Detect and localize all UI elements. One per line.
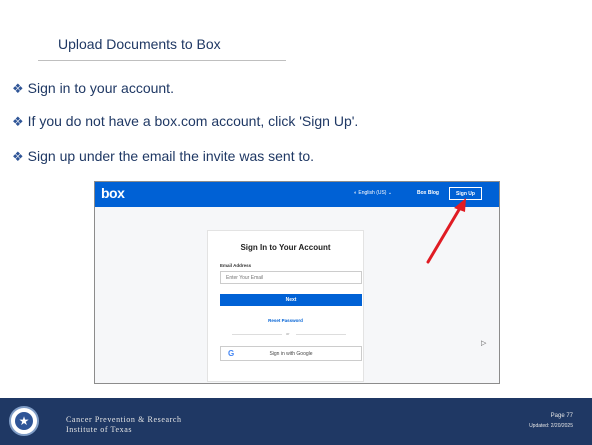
- footer-bar: ★ Cancer Prevention & Research Institute…: [0, 398, 592, 445]
- google-signin-button[interactable]: G Sign in with Google: [220, 346, 362, 361]
- org-name-line1: Cancer Prevention & Research: [66, 415, 182, 424]
- bullet-item: ❖ Sign in to your account.: [12, 80, 174, 97]
- star-icon: ★: [15, 412, 33, 430]
- diamond-bullet-icon: ❖: [12, 81, 24, 96]
- reset-password-link[interactable]: Reset Password: [208, 318, 363, 323]
- google-signin-label: Sign in with Google: [269, 350, 313, 357]
- updated-date: Updated: 2/20/2025: [529, 423, 573, 429]
- diamond-bullet-icon: ❖: [12, 149, 24, 164]
- signin-title: Sign In to Your Account: [240, 243, 331, 252]
- bullet-item: ❖ If you do not have a box.com account, c…: [12, 113, 358, 130]
- email-label: Email Address: [220, 263, 252, 268]
- divider: [296, 334, 346, 335]
- bullet-text: If you do not have a box.com account, cl…: [27, 113, 359, 129]
- org-name-line2: Institute of Texas: [66, 425, 133, 434]
- cprit-seal-logo: ★: [9, 406, 39, 436]
- mouse-cursor-icon: ▷: [481, 340, 487, 347]
- bullet-text: Sign up under the email the invite was s…: [27, 148, 315, 164]
- google-icon: G: [228, 349, 235, 358]
- box-logo[interactable]: box: [101, 185, 125, 201]
- or-label: or: [286, 331, 290, 336]
- title-divider: [38, 60, 286, 61]
- bullet-item: ❖ Sign up under the email the invite was …: [12, 148, 314, 165]
- diamond-bullet-icon: ❖: [12, 114, 24, 129]
- email-field[interactable]: [220, 271, 362, 284]
- page-number: Page 77: [550, 413, 573, 419]
- slide-title: Upload Documents to Box: [58, 36, 221, 52]
- signin-card: Sign In to Your Account Email Address Ne…: [207, 230, 364, 382]
- language-selector[interactable]: ◐ English (US) ⌄: [354, 190, 392, 196]
- next-button[interactable]: Next: [220, 294, 362, 306]
- bullet-text: Sign in to your account.: [27, 80, 174, 96]
- red-arrow-annotation: [426, 198, 466, 264]
- divider: [232, 334, 282, 335]
